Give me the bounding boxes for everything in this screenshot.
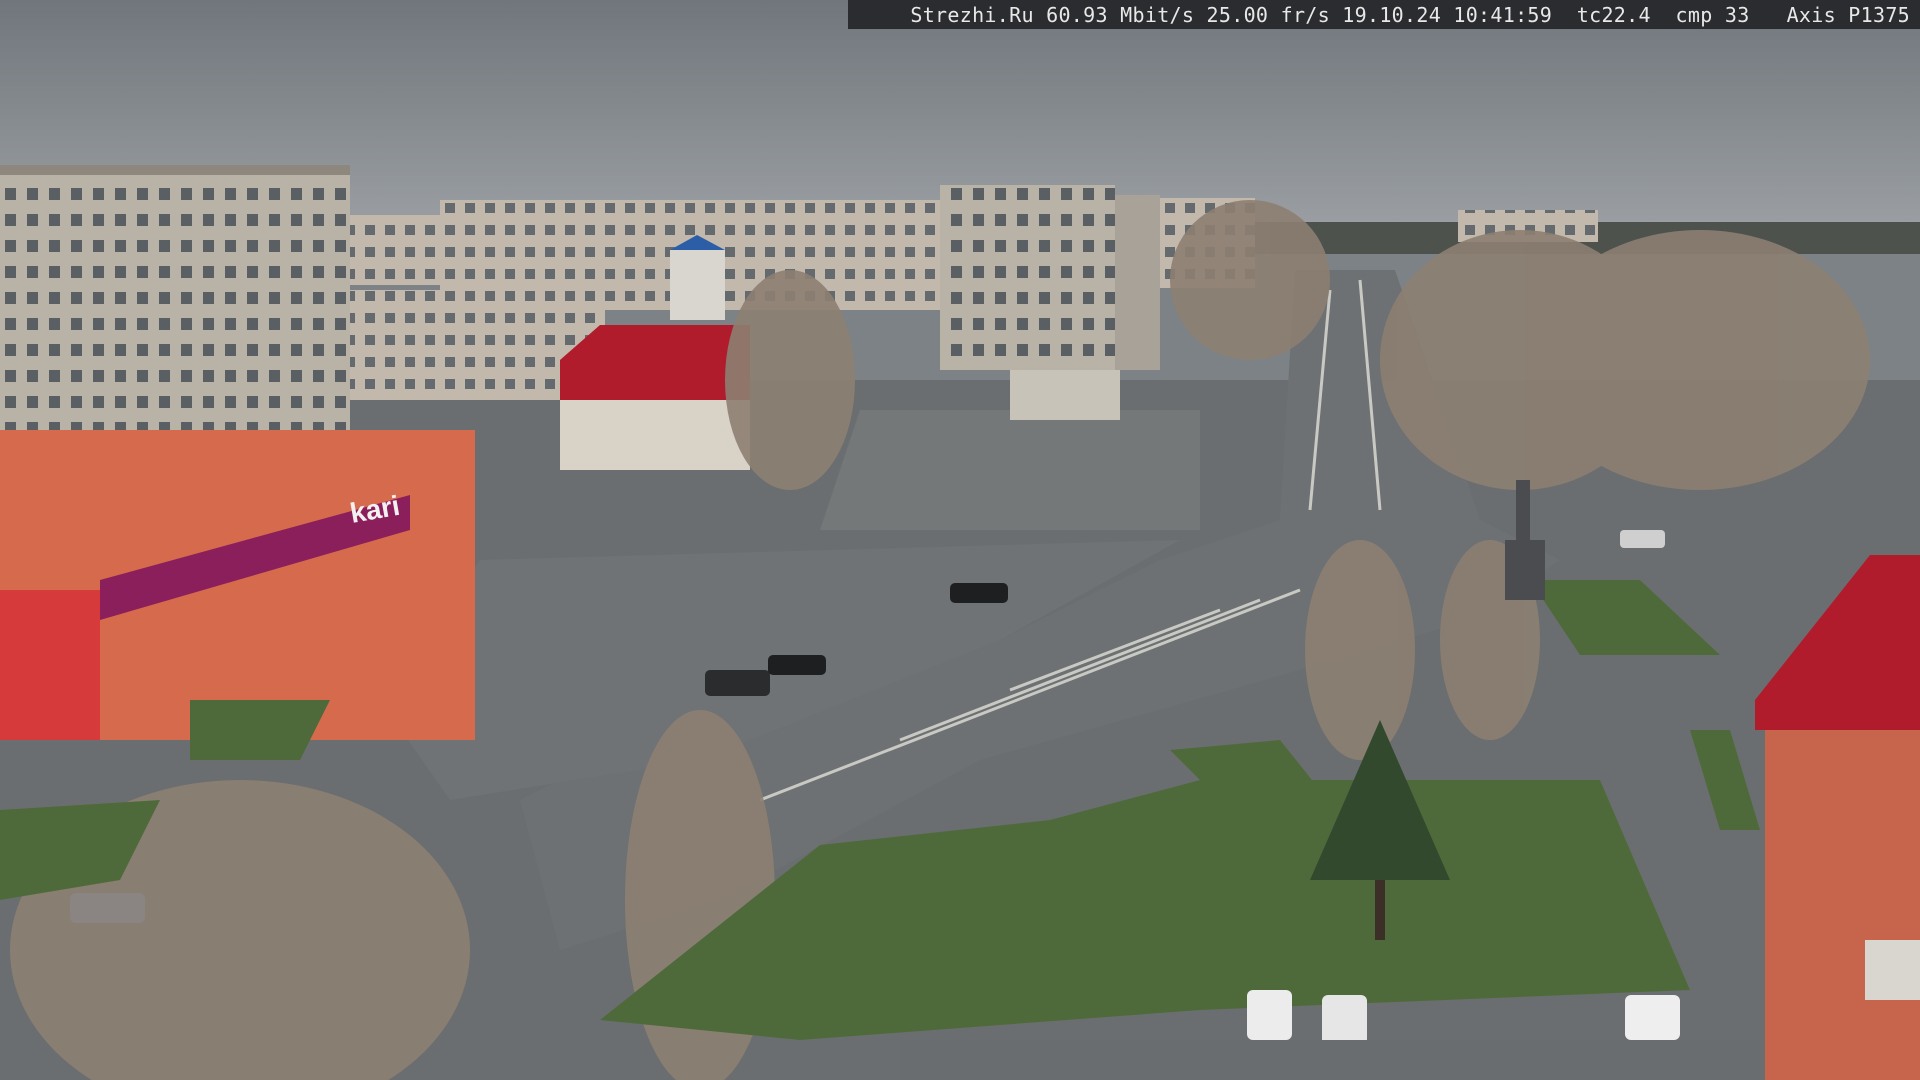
foreground-pavement	[900, 1040, 1760, 1080]
pavilion	[1010, 370, 1120, 420]
camera-scene: kari	[0, 0, 1920, 1080]
camera-osd-text: Strezhi.Ru 60.93 Mbit/s 25.00 fr/s 19.10…	[910, 2, 1910, 27]
store-building: kari	[0, 430, 475, 740]
camera-osd-bar: Strezhi.Ru 60.93 Mbit/s 25.00 fr/s 19.10…	[848, 0, 1920, 29]
